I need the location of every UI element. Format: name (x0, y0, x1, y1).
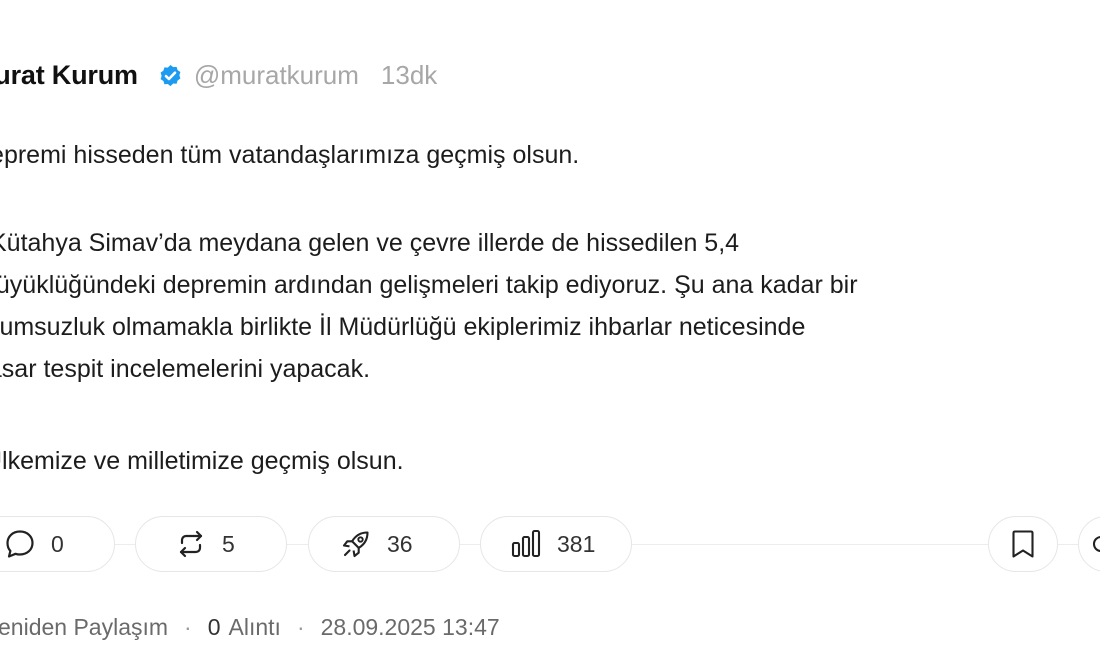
post-header: Murat Kurum @muratkurum 13dk (0, 55, 437, 95)
verified-badge-icon (157, 62, 184, 89)
reply-count: 0 (51, 531, 64, 558)
paragraph-2: Kütahya Simav’da meydana gelen ve çevre … (0, 222, 1100, 390)
share-button[interactable] (1078, 516, 1100, 572)
reply-icon (3, 527, 37, 561)
paragraph-1: Depremi hisseden tüm vatandaşlarımıza ge… (0, 134, 579, 176)
post-timestamp: 28.09.2025 13:47 (321, 614, 500, 641)
share-icon (1089, 527, 1100, 561)
paragraph-2-line: hasar tespit incelemelerini yapacak. (0, 348, 1100, 390)
rocket-icon (339, 527, 373, 561)
views-count: 381 (557, 531, 595, 558)
boost-count: 36 (387, 531, 413, 558)
paragraph-2-line: olumsuzluk olmamakla birlikte İl Müdürlü… (0, 306, 1100, 348)
paragraph-3: Ülkemize ve milletimize geçmiş olsun. (0, 440, 404, 482)
separator-dot: · (184, 614, 192, 641)
paragraph-2-line: büyüklüğündeki depremin ardından gelişme… (0, 264, 1100, 306)
views-icon (509, 527, 543, 561)
quotes-label[interactable]: Alıntı (229, 614, 281, 641)
boost-button[interactable]: 36 (308, 516, 460, 572)
repost-button[interactable]: 5 (135, 516, 287, 572)
action-bar: 0 5 (0, 516, 1100, 574)
quotes-count[interactable]: 0 (208, 614, 221, 641)
separator-dot: · (297, 614, 305, 641)
bookmark-icon (1006, 527, 1040, 561)
reply-button[interactable]: 0 (0, 516, 115, 572)
author-handle[interactable]: @muratkurum (194, 60, 359, 91)
repost-count: 5 (222, 531, 235, 558)
author-name[interactable]: Murat Kurum (0, 60, 138, 91)
bookmark-button[interactable] (988, 516, 1058, 572)
paragraph-2-line: Kütahya Simav’da meydana gelen ve çevre … (0, 222, 1100, 264)
post-time[interactable]: 13dk (381, 60, 437, 91)
views-button[interactable]: 381 (480, 516, 632, 572)
repost-icon (174, 527, 208, 561)
shares-count[interactable]: 0 Yeniden Paylaşım (0, 614, 168, 641)
post-footer: 0 Yeniden Paylaşım · 0 Alıntı · 28.09.20… (0, 614, 500, 641)
post-card: Murat Kurum @muratkurum 13dk Depremi his… (0, 0, 1100, 650)
